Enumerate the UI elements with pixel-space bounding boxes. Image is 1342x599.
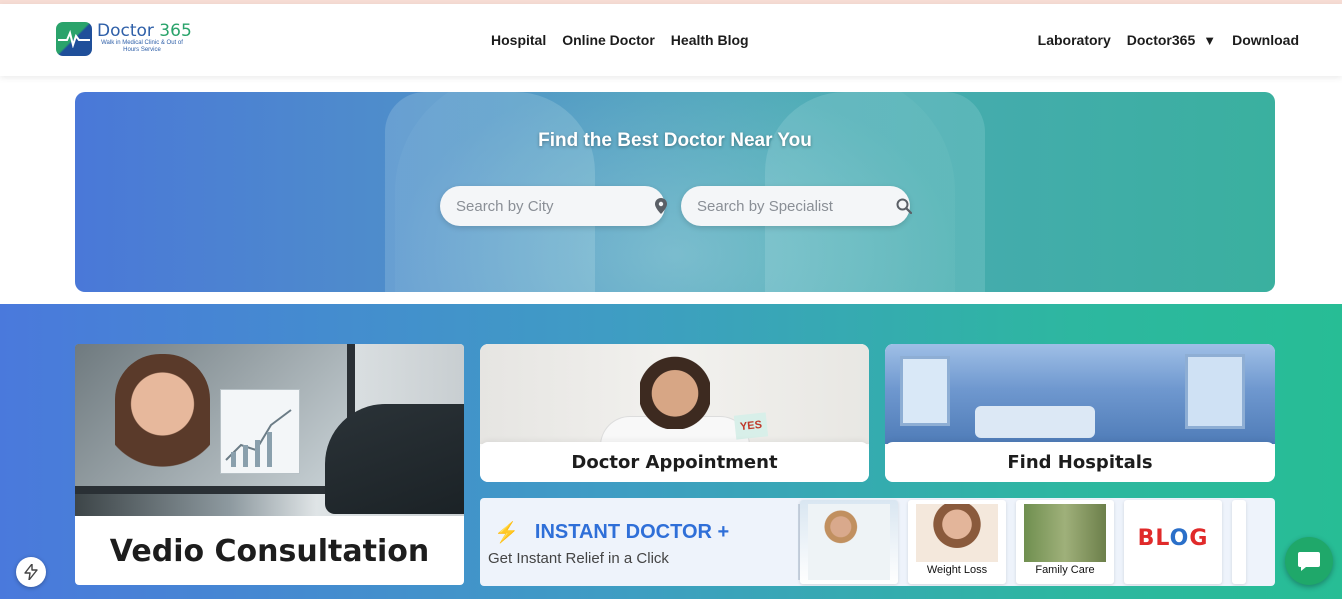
doctor-appointment-image: YES bbox=[480, 344, 869, 446]
hero-title: Find the Best Doctor Near You bbox=[538, 130, 812, 151]
location-pin-icon[interactable] bbox=[655, 197, 667, 215]
lightning-bolt-icon: ⚡ bbox=[494, 522, 519, 544]
lab-scientist-image bbox=[808, 504, 890, 580]
yes-sign: YES bbox=[733, 412, 769, 440]
family-care-thumbnail[interactable]: Family Care bbox=[1016, 500, 1114, 584]
nav-hospital[interactable]: Hospital bbox=[491, 32, 546, 48]
nav-online-doctor[interactable]: Online Doctor bbox=[562, 32, 655, 48]
vedio-consultation-label: Vedio Consultation bbox=[109, 534, 430, 569]
doctor-appointment-card[interactable]: YES Doctor Appointment bbox=[480, 344, 869, 482]
instant-doctor-panel: ⚡ INSTANT DOCTOR + Get Instant Relief in … bbox=[480, 498, 1275, 586]
weight-loss-thumbnail[interactable]: Weight Loss bbox=[908, 500, 1006, 584]
woman-face-graphic bbox=[115, 354, 210, 479]
specialist-search-field[interactable] bbox=[681, 186, 912, 226]
nav-health-blog[interactable]: Health Blog bbox=[671, 32, 749, 48]
family-care-caption: Family Care bbox=[1035, 564, 1095, 576]
logo-text: Doctor 365 Walk in Medical Clinic & Out … bbox=[97, 22, 192, 54]
weight-loss-image bbox=[916, 504, 998, 562]
main-nav: Hospital Online Doctor Health Blog bbox=[491, 32, 749, 48]
nav-download[interactable]: Download bbox=[1232, 32, 1299, 48]
heartbeat-logo-icon bbox=[56, 22, 92, 56]
brand-name: Doctor 365 bbox=[97, 21, 192, 41]
nav-doctor365-dropdown[interactable]: Doctor365 ▼ bbox=[1127, 32, 1216, 48]
monitor-graphic bbox=[75, 344, 355, 494]
nav-doctor365-label: Doctor365 bbox=[1126, 32, 1196, 48]
site-header: Doctor 365 Walk in Medical Clinic & Out … bbox=[0, 4, 1342, 76]
window-graphic bbox=[900, 356, 950, 426]
service-thumbnails: Weight Loss Family Care BLOG bbox=[800, 498, 1246, 586]
chart-thumbnail-graphic bbox=[220, 389, 300, 474]
blog-logo: BLOG bbox=[1137, 526, 1209, 551]
partial-thumbnail[interactable] bbox=[1232, 500, 1246, 584]
doctor-appointment-label: Doctor Appointment bbox=[571, 451, 778, 473]
window-graphic bbox=[1185, 354, 1245, 429]
nav-laboratory[interactable]: Laboratory bbox=[1038, 32, 1111, 48]
weight-loss-caption: Weight Loss bbox=[926, 564, 988, 576]
brand-tagline: Walk in Medical Clinic & Out of Hours Se… bbox=[101, 40, 183, 53]
laboratory-thumbnail[interactable] bbox=[800, 500, 898, 584]
city-search-input[interactable] bbox=[456, 197, 655, 215]
city-search-field[interactable] bbox=[440, 186, 667, 226]
lightning-icon[interactable] bbox=[16, 557, 46, 587]
vedio-consultation-card[interactable]: Vedio Consultation bbox=[75, 344, 464, 585]
find-hospitals-label-box: Find Hospitals bbox=[885, 442, 1275, 482]
logo[interactable]: Doctor 365 Walk in Medical Clinic & Out … bbox=[56, 22, 192, 56]
instant-doctor-title: ⚡ INSTANT DOCTOR + bbox=[488, 520, 729, 545]
specialist-search-input[interactable] bbox=[697, 197, 896, 215]
hospital-bed-graphic bbox=[975, 406, 1095, 438]
hospital-room-image bbox=[885, 344, 1275, 444]
man-arm-graphic bbox=[325, 404, 464, 514]
instant-doctor-title-text: INSTANT DOCTOR + bbox=[534, 521, 730, 543]
secondary-nav: Laboratory Doctor365 ▼ Download bbox=[1038, 32, 1299, 48]
doctor-appointment-label-box: Doctor Appointment bbox=[480, 442, 869, 482]
blog-thumbnail[interactable]: BLOG bbox=[1124, 500, 1222, 584]
search-icon[interactable] bbox=[896, 197, 912, 215]
find-hospitals-card[interactable]: Find Hospitals bbox=[885, 344, 1275, 482]
family-care-image bbox=[1024, 504, 1106, 562]
caret-down-icon: ▼ bbox=[1203, 33, 1217, 48]
find-hospitals-label: Find Hospitals bbox=[1007, 451, 1153, 473]
doctor-head-graphic bbox=[640, 344, 710, 429]
instant-doctor-link[interactable]: ⚡ INSTANT DOCTOR + Get Instant Relief in … bbox=[488, 520, 729, 567]
instant-doctor-subtitle: Get Instant Relief in a Click bbox=[488, 550, 669, 567]
hero-banner: Find the Best Doctor Near You bbox=[75, 92, 1275, 292]
vedio-consultation-image bbox=[75, 344, 464, 516]
chat-bubble-icon[interactable] bbox=[1285, 537, 1333, 585]
